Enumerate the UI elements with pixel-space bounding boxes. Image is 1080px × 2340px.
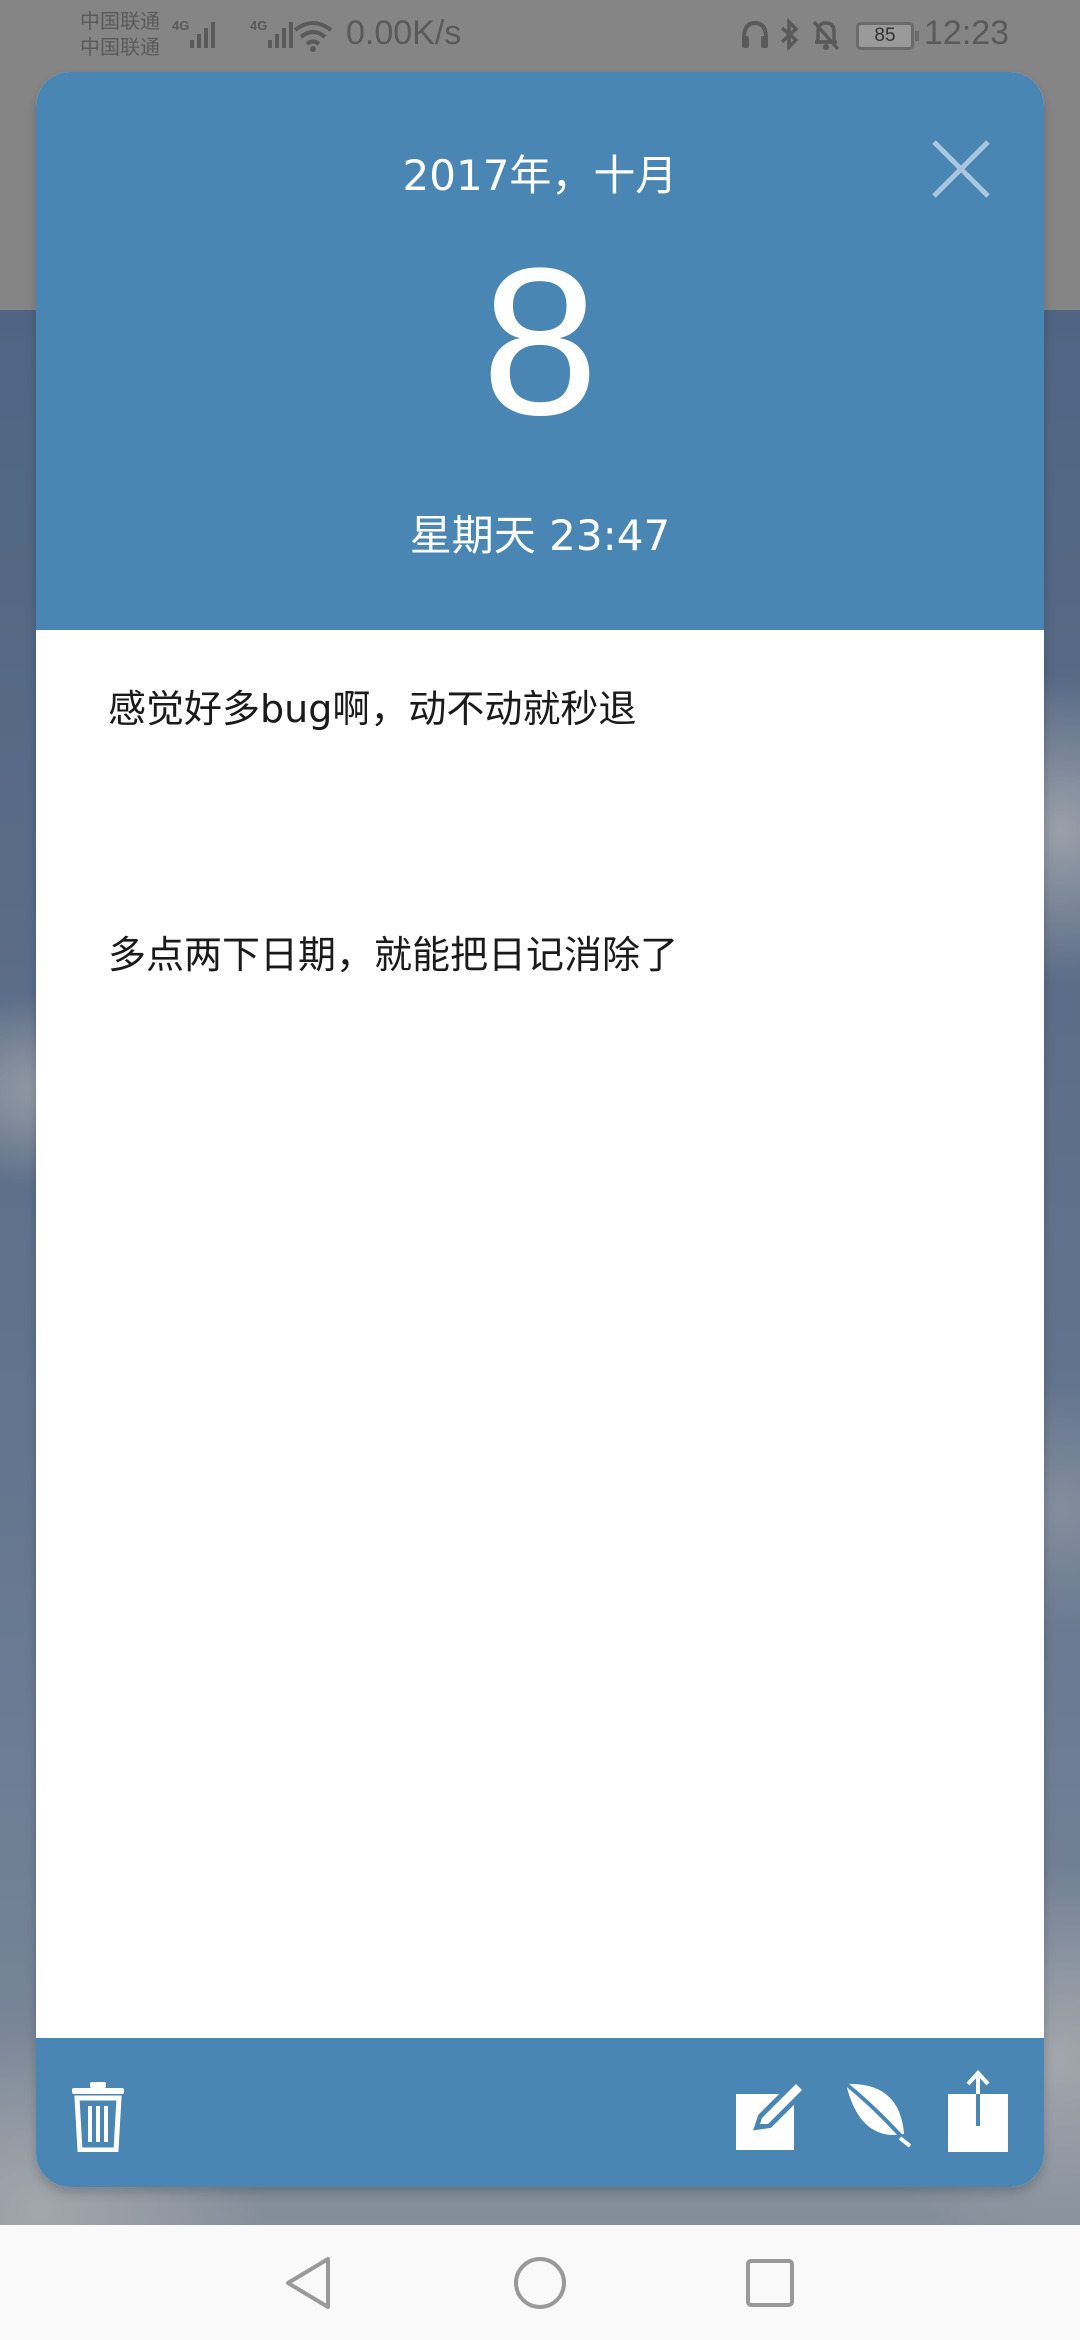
day-number[interactable]: 8 bbox=[36, 232, 1044, 452]
status-clock: 12:23 bbox=[924, 14, 1010, 52]
bluetooth-icon bbox=[780, 18, 799, 52]
entry-date-header[interactable]: 2017年，十月 8 星期天 23:47 bbox=[36, 72, 1044, 630]
edit-icon[interactable] bbox=[734, 2076, 812, 2152]
network-type-1: 4G bbox=[172, 18, 189, 33]
battery-indicator: 85 bbox=[856, 22, 919, 50]
month-year-label: 2017年，十月 bbox=[402, 151, 678, 200]
network-type-2: 4G bbox=[250, 18, 267, 33]
carrier-2: 中国联通 bbox=[80, 35, 160, 59]
status-bar: 中国联通 中国联通 4G 4G 0.00K/s 85 12:23 bbox=[0, 0, 1080, 70]
weekday-time-label: 星期天 23:47 bbox=[409, 511, 671, 560]
trash-icon[interactable] bbox=[70, 2080, 126, 2152]
signal-1-icon: 4G bbox=[172, 18, 215, 48]
entry-toolbar bbox=[36, 2038, 1044, 2187]
recents-square-icon[interactable] bbox=[740, 2253, 800, 2313]
network-speed: 0.00K/s bbox=[346, 14, 462, 52]
system-navigation-bar bbox=[0, 2225, 1080, 2340]
carrier-labels: 中国联通 中国联通 bbox=[80, 8, 160, 60]
wifi-icon bbox=[293, 21, 333, 52]
bell-muted-icon bbox=[812, 20, 840, 51]
leaf-icon[interactable] bbox=[840, 2078, 912, 2150]
back-triangle-icon[interactable] bbox=[278, 2253, 338, 2313]
share-icon[interactable] bbox=[946, 2070, 1010, 2154]
headset-icon bbox=[742, 20, 768, 48]
entry-line-1: 感觉好多bug啊，动不动就秒退 bbox=[108, 687, 637, 731]
home-circle-icon[interactable] bbox=[510, 2253, 570, 2313]
entry-content[interactable]: 感觉好多bug啊，动不动就秒退 多点两下日期，就能把日记消除了 bbox=[36, 630, 1044, 2038]
close-icon[interactable] bbox=[926, 134, 996, 204]
entry-line-2: 多点两下日期，就能把日记消除了 bbox=[108, 933, 679, 977]
carrier-1: 中国联通 bbox=[80, 9, 160, 33]
diary-entry-card: 2017年，十月 8 星期天 23:47 感觉好多bug啊，动不动就秒退 多点两… bbox=[36, 72, 1044, 2187]
